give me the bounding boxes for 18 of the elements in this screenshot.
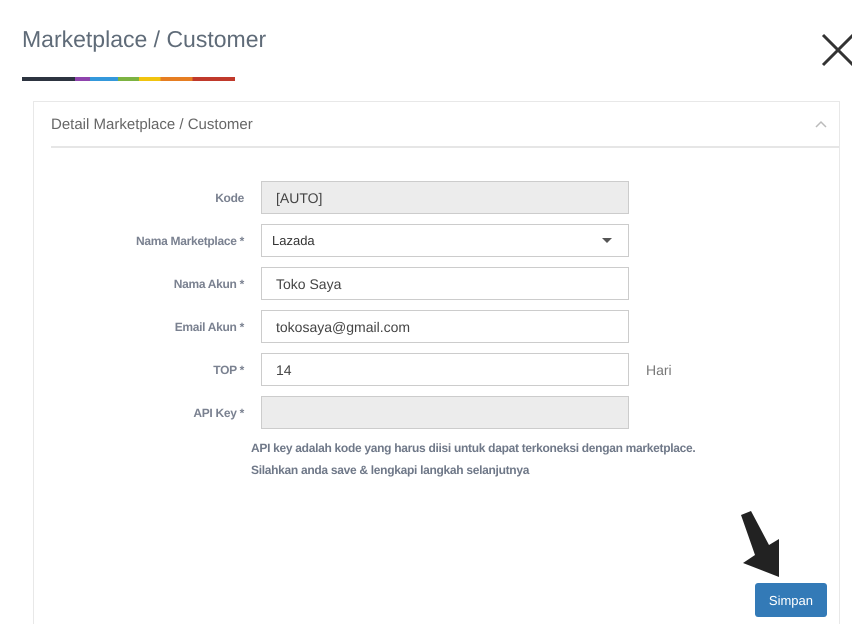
chevron-up-icon[interactable] [815,120,827,128]
hint-text: Silahkan anda save & lengkapi langkah selanjutnya [251,463,530,477]
caret-icon [602,238,612,243]
input-field[interactable]: 14 [261,353,629,386]
field-label: API Key * [193,406,244,420]
field-label: Nama Akun * [174,276,244,290]
save-button[interactable]: Simpan [754,583,827,617]
select-field[interactable]: Lazada [261,224,629,257]
field-label: Email Akun * [174,320,244,334]
dialog-title: Marketplace / Customer [22,26,266,53]
input-field[interactable]: tokosaya@gmail.com [261,310,629,343]
field-label: Kode [215,190,244,204]
panel-title: Detail Marketplace / Customer [51,116,253,132]
hint-text: API key adalah kode yang harus diisi untuk dapat terkoneksi dengan marketplace. [251,441,696,455]
field-label: TOP * [213,362,244,376]
field-label: Nama Marketplace * [136,234,244,248]
input-field[interactable]: Toko Saya [261,267,629,300]
unit-label: Hari [646,362,673,378]
